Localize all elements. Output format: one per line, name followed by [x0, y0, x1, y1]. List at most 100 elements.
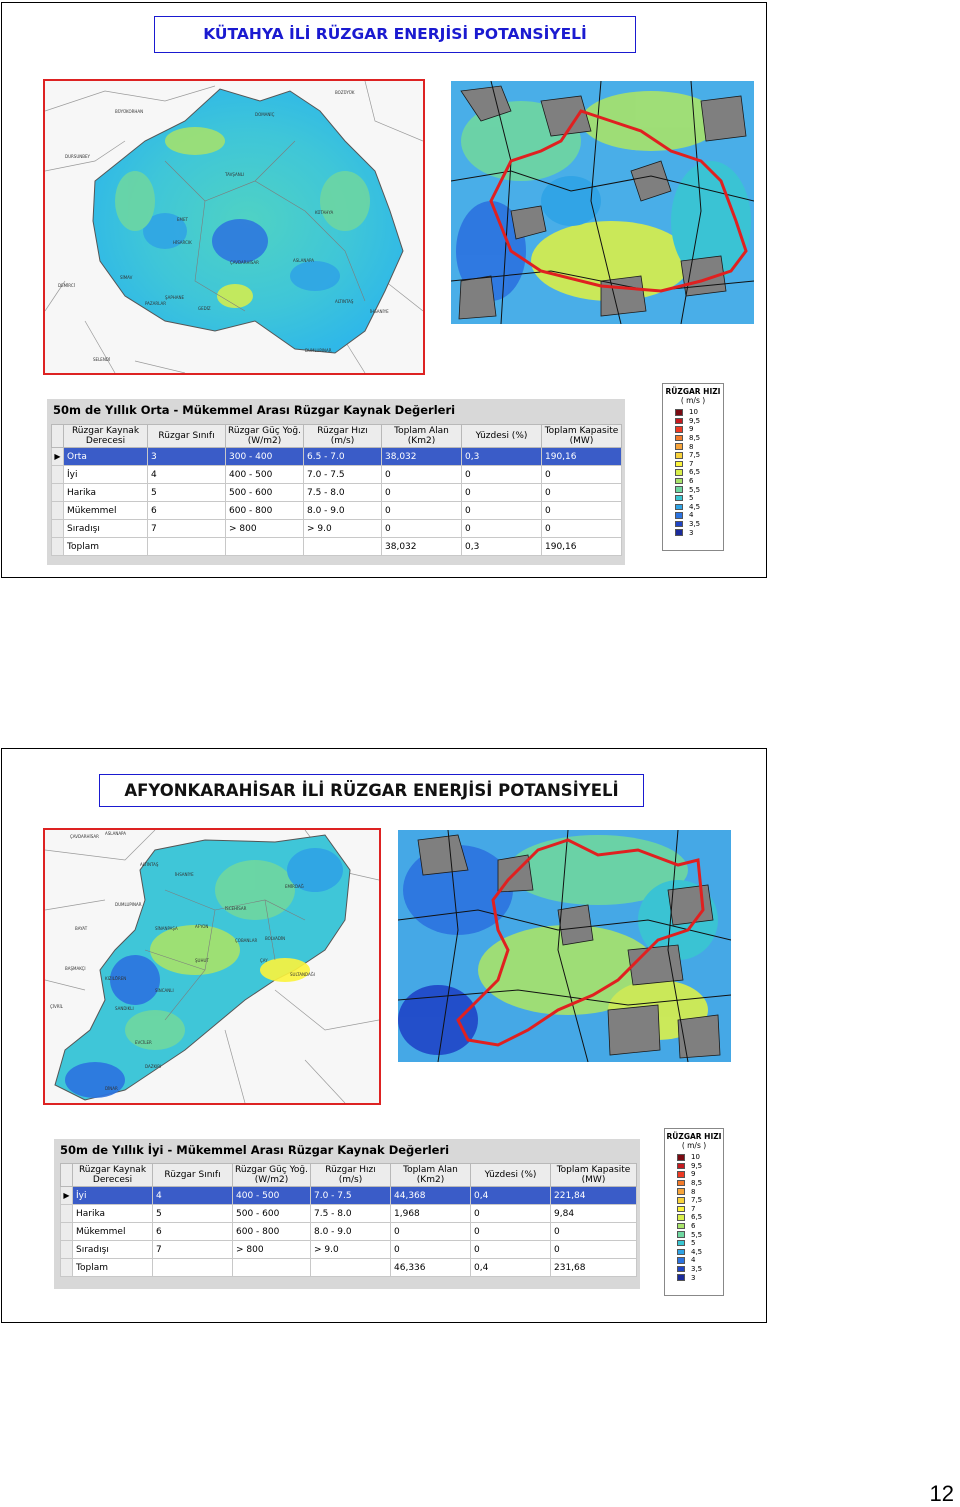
column-header[interactable]: Toplam Alan (Km2): [390, 1163, 471, 1187]
table-cell[interactable]: [232, 1258, 311, 1277]
table-cell[interactable]: 6: [147, 501, 226, 520]
wind-resource-table[interactable]: Rüzgar Kaynak Derecesi Rüzgar Sınıfı Rüz…: [51, 424, 622, 556]
table-cell[interactable]: 600 - 800: [232, 1222, 311, 1241]
table-cell[interactable]: 500 - 600: [225, 483, 304, 502]
table-cell[interactable]: 0: [550, 1222, 637, 1241]
table-cell[interactable]: İyi: [72, 1186, 153, 1205]
column-header[interactable]: Toplam Alan (Km2): [381, 424, 462, 448]
table-cell[interactable]: 300 - 400: [225, 447, 304, 466]
table-cell[interactable]: 38,032: [381, 537, 462, 556]
table-cell[interactable]: Toplam: [72, 1258, 153, 1277]
table-cell[interactable]: 400 - 500: [225, 465, 304, 484]
column-header[interactable]: Rüzgar Sınıfı: [147, 424, 226, 448]
table-cell[interactable]: 9,84: [550, 1204, 637, 1223]
table-cell[interactable]: 500 - 600: [232, 1204, 311, 1223]
table-cell[interactable]: 7.0 - 7.5: [303, 465, 382, 484]
table-cell[interactable]: 4: [147, 465, 226, 484]
column-header[interactable]: Yüzdesi (%): [461, 424, 542, 448]
table-cell[interactable]: 600 - 800: [225, 501, 304, 520]
table-cell[interactable]: Harika: [72, 1204, 153, 1223]
table-cell[interactable]: > 9.0: [303, 519, 382, 538]
table-cell[interactable]: 0: [390, 1240, 471, 1259]
table-cell[interactable]: > 800: [225, 519, 304, 538]
table-cell[interactable]: 8.0 - 9.0: [310, 1222, 391, 1241]
table-cell[interactable]: 0: [541, 519, 622, 538]
table-cell[interactable]: [225, 537, 304, 556]
table-cell[interactable]: 6.5 - 7.0: [303, 447, 382, 466]
column-header[interactable]: Rüzgar Kaynak Derecesi: [72, 1163, 153, 1187]
table-cell[interactable]: 0: [381, 465, 462, 484]
table-cell[interactable]: 0: [541, 501, 622, 520]
column-header[interactable]: Toplam Kapasite (MW): [541, 424, 622, 448]
column-header[interactable]: Rüzgar Hızı (m/s): [310, 1163, 391, 1187]
table-cell[interactable]: 46,336: [390, 1258, 471, 1277]
table-cell[interactable]: 0: [461, 483, 542, 502]
wind-resource-table[interactable]: Rüzgar Kaynak Derecesi Rüzgar Sınıfı Rüz…: [60, 1163, 637, 1277]
table-cell[interactable]: Mükemmel: [63, 501, 148, 520]
column-header[interactable]: Rüzgar Sınıfı: [152, 1163, 233, 1187]
table-cell[interactable]: 0: [381, 483, 462, 502]
table-cell[interactable]: 5: [147, 483, 226, 502]
column-header[interactable]: Rüzgar Güç Yoğ. (W/m2): [225, 424, 304, 448]
table-cell[interactable]: 3: [147, 447, 226, 466]
table-cell[interactable]: 0,3: [461, 537, 542, 556]
column-header[interactable]: Toplam Kapasite (MW): [550, 1163, 637, 1187]
column-header[interactable]: Rüzgar Kaynak Derecesi: [63, 424, 148, 448]
table-cell[interactable]: 221,84: [550, 1186, 637, 1205]
table-cell[interactable]: 44,368: [390, 1186, 471, 1205]
table-cell[interactable]: 0: [381, 519, 462, 538]
table-cell[interactable]: 7: [152, 1240, 233, 1259]
table-cell[interactable]: 5: [152, 1204, 233, 1223]
table-row[interactable]: Harika 5 500 - 600 7.5 - 8.0 1,968 0 9,84: [60, 1204, 637, 1223]
row-header[interactable]: [60, 1258, 73, 1277]
row-header[interactable]: [60, 1222, 73, 1241]
table-cell[interactable]: 38,032: [381, 447, 462, 466]
column-header[interactable]: Rüzgar Hızı (m/s): [303, 424, 382, 448]
column-header[interactable]: Yüzdesi (%): [470, 1163, 551, 1187]
table-cell[interactable]: İyi: [63, 465, 148, 484]
table-cell[interactable]: 0: [550, 1240, 637, 1259]
table-cell[interactable]: 0: [381, 501, 462, 520]
current-row-indicator-icon[interactable]: ▶: [60, 1186, 73, 1205]
table-cell[interactable]: Toplam: [63, 537, 148, 556]
table-cell[interactable]: 190,16: [541, 537, 622, 556]
table-cell[interactable]: 0: [390, 1222, 471, 1241]
table-cell[interactable]: [310, 1258, 391, 1277]
table-cell[interactable]: > 800: [232, 1240, 311, 1259]
table-cell[interactable]: 1,968: [390, 1204, 471, 1223]
table-cell[interactable]: Sıradışı: [63, 519, 148, 538]
table-cell[interactable]: 0: [470, 1222, 551, 1241]
table-cell[interactable]: 7.5 - 8.0: [310, 1204, 391, 1223]
table-row[interactable]: Toplam 46,336 0,4 231,68: [60, 1258, 637, 1277]
row-header[interactable]: [60, 1240, 73, 1259]
table-cell[interactable]: 0: [470, 1240, 551, 1259]
table-row[interactable]: Harika 5 500 - 600 7.5 - 8.0 0 0 0: [51, 483, 622, 502]
table-cell[interactable]: 400 - 500: [232, 1186, 311, 1205]
table-cell[interactable]: 7: [147, 519, 226, 538]
row-header[interactable]: [51, 483, 64, 502]
table-row[interactable]: Mükemmel 6 600 - 800 8.0 - 9.0 0 0 0: [60, 1222, 637, 1241]
row-header[interactable]: [51, 519, 64, 538]
table-cell[interactable]: Harika: [63, 483, 148, 502]
table-cell[interactable]: 4: [152, 1186, 233, 1205]
table-row[interactable]: Sıradışı 7 > 800 > 9.0 0 0 0: [51, 519, 622, 538]
row-header[interactable]: [60, 1204, 73, 1223]
row-header[interactable]: [51, 537, 64, 556]
table-cell[interactable]: Orta: [63, 447, 148, 466]
table-row[interactable]: Sıradışı 7 > 800 > 9.0 0 0 0: [60, 1240, 637, 1259]
table-cell[interactable]: Sıradışı: [72, 1240, 153, 1259]
table-cell[interactable]: 0: [461, 465, 542, 484]
table-cell[interactable]: 0: [541, 465, 622, 484]
table-cell[interactable]: 6: [152, 1222, 233, 1241]
table-cell[interactable]: 0: [461, 519, 542, 538]
table-cell[interactable]: 231,68: [550, 1258, 637, 1277]
table-cell[interactable]: 7.5 - 8.0: [303, 483, 382, 502]
table-cell[interactable]: 7.0 - 7.5: [310, 1186, 391, 1205]
table-row[interactable]: İyi 4 400 - 500 7.0 - 7.5 0 0 0: [51, 465, 622, 484]
table-cell[interactable]: 0,3: [461, 447, 542, 466]
table-cell[interactable]: 190,16: [541, 447, 622, 466]
table-cell[interactable]: 0: [541, 483, 622, 502]
table-cell[interactable]: 0,4: [470, 1258, 551, 1277]
table-cell[interactable]: Mükemmel: [72, 1222, 153, 1241]
table-cell[interactable]: [152, 1258, 233, 1277]
